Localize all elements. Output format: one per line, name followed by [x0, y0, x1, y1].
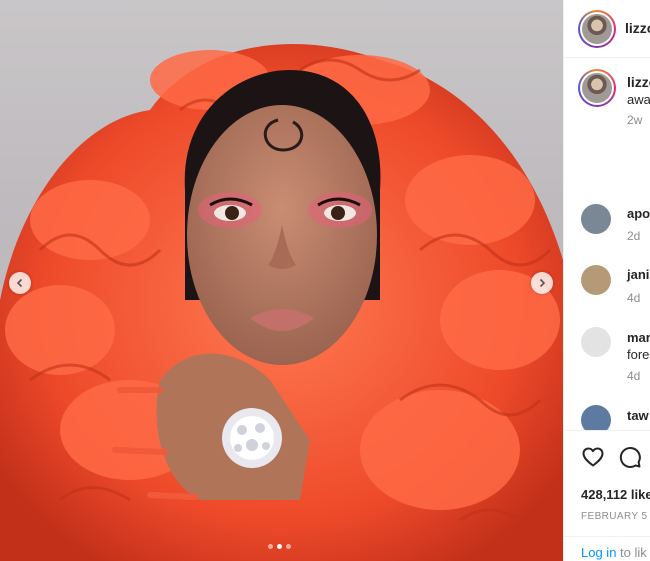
comment-username[interactable]: jani [627, 267, 649, 282]
portrait-image [0, 44, 563, 561]
chevron-right-icon [539, 278, 546, 288]
comment-avatar[interactable] [581, 265, 611, 295]
login-link[interactable]: Log in [581, 545, 616, 560]
carousel-dot [286, 544, 291, 549]
comment-age[interactable]: 4d [627, 291, 640, 305]
caption-avatar[interactable] [578, 69, 616, 107]
post-date[interactable]: FEBRUARY 5 [581, 511, 647, 522]
comment-username[interactable]: mar [627, 330, 650, 345]
carousel-dots [268, 544, 291, 549]
comment-avatar[interactable] [581, 327, 611, 357]
post-side-panel: lizzo lizzo awa 2w apo 2d jani 4d mar fo… [563, 0, 650, 561]
comment-text: fore [627, 347, 650, 362]
comment-avatar[interactable] [581, 204, 611, 234]
previous-slide-button[interactable] [9, 272, 31, 294]
comment-username[interactable]: taw [627, 408, 649, 423]
heart-icon[interactable] [581, 445, 605, 469]
post-photo[interactable] [0, 0, 563, 561]
post-header: lizzo [564, 0, 650, 58]
caption-username[interactable]: lizzo [627, 74, 650, 90]
avatar [582, 14, 612, 44]
comment-age[interactable]: 2d [627, 229, 640, 243]
like-count[interactable]: 428,112 likes [581, 487, 650, 502]
login-prompt-text: to lik [620, 545, 647, 560]
comment-age[interactable]: 4d [627, 369, 640, 383]
caption-text: awa [627, 92, 650, 107]
chevron-left-icon [16, 278, 23, 288]
avatar [582, 73, 612, 103]
post-actions: 428,112 likes FEBRUARY 5 Log in to lik [564, 430, 650, 561]
comment-username[interactable]: apo [627, 206, 650, 221]
comment-icon[interactable] [618, 445, 642, 469]
carousel-dot-active [277, 544, 282, 549]
next-slide-button[interactable] [531, 272, 553, 294]
carousel-dot [268, 544, 273, 549]
author-avatar[interactable] [578, 10, 616, 48]
login-prompt: Log in to lik [564, 536, 650, 561]
author-username[interactable]: lizzo [625, 20, 650, 36]
caption-age[interactable]: 2w [627, 113, 642, 127]
